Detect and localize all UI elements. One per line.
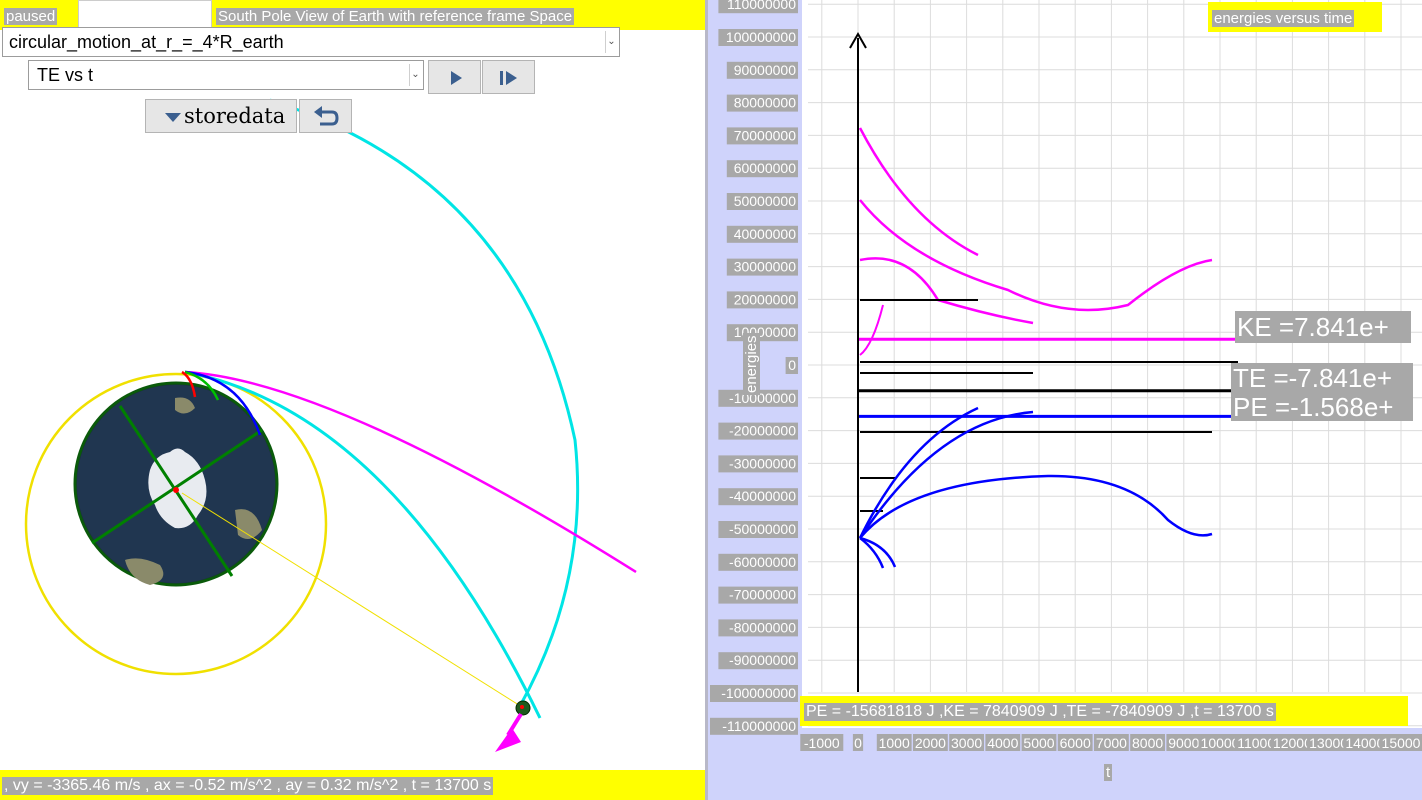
x-tick-label: 7000 <box>1096 735 1127 751</box>
undo-button[interactable] <box>299 99 352 133</box>
graph-trails <box>858 127 1238 569</box>
te-value-label: TE =-7.841e+ <box>1231 363 1413 393</box>
y-tick-label: 30000000 <box>734 259 797 275</box>
play-button[interactable] <box>428 60 481 94</box>
y-tick-label: 100000000 <box>726 29 796 45</box>
graph-title: energies versus time <box>1212 10 1355 27</box>
y-tick-label: -90000000 <box>729 652 796 668</box>
simulation-panel: paused South Pole View of Earth with ref… <box>0 0 705 800</box>
graph-readout: PE = -15681818 J ,KE = 7840909 J ,TE = -… <box>804 703 1276 721</box>
scenario-dropdown-value: circular_motion_at_r_=_4*R_earth <box>9 32 284 52</box>
x-tick-label: 14000 <box>1345 735 1384 751</box>
x-tick-label: 13000 <box>1309 735 1348 751</box>
x-tick-label: 6000 <box>1060 735 1091 751</box>
y-tick-label: 70000000 <box>734 127 797 143</box>
step-forward-button[interactable] <box>482 60 535 94</box>
y-tick-label: 50000000 <box>734 193 797 209</box>
satellite-center <box>520 705 524 709</box>
earth-center-marker <box>173 487 179 493</box>
y-tick-label: 40000000 <box>734 226 797 242</box>
x-tick-label: 9000 <box>1168 735 1199 751</box>
y-tick-label: 0 <box>788 357 796 373</box>
x-tick-label: 8000 <box>1132 735 1163 751</box>
storedata-button[interactable]: storedata <box>145 99 297 133</box>
triangle-down-icon <box>165 113 181 122</box>
y-tick-label: 60000000 <box>734 160 797 176</box>
x-tick-label: 2000 <box>915 735 946 751</box>
x-axis-label: t <box>1104 764 1113 781</box>
y-axis-label-box: energies <box>743 333 761 395</box>
y-tick-label: -40000000 <box>729 488 796 504</box>
x-tick-label: 15000 <box>1382 735 1421 751</box>
blank-field[interactable] <box>78 0 212 30</box>
y-tick-label: 110000000 <box>727 0 796 12</box>
y-tick-label: -10000000 <box>729 390 796 406</box>
chevron-down-icon: ⌄ <box>605 31 617 53</box>
x-tick-label: -1000 <box>804 735 840 751</box>
x-tick-label: 1000 <box>879 735 910 751</box>
view-title-box: South Pole View of Earth with reference … <box>212 0 705 30</box>
x-tick-label: 11000 <box>1237 735 1275 751</box>
bottom-readout-box: , vy = -3365.46 m/s , ax = -0.52 m/s^2 ,… <box>0 770 705 800</box>
ke-trail-1 <box>858 127 979 257</box>
y-tick-label: -100000000 <box>721 685 796 701</box>
step-forward-icon <box>500 71 517 85</box>
y-tick-label: 80000000 <box>734 95 797 111</box>
y-axis-label: energies <box>743 333 760 395</box>
graph-dropdown[interactable]: TE vs t ⌄ <box>28 60 424 90</box>
graph-dropdown-value: TE vs t <box>37 65 94 85</box>
radius-line <box>181 492 523 708</box>
app-root: paused South Pole View of Earth with ref… <box>0 0 1422 800</box>
play-icon <box>451 71 462 85</box>
x-tick-labels: -1000 0 1000 2000 3000 4000 5000 6000 7000 8000 90… <box>800 734 1422 751</box>
y-tick-label: -30000000 <box>729 455 796 471</box>
y-tick-label: 90000000 <box>734 62 797 78</box>
pe-trail-1 <box>858 406 979 539</box>
x-tick-label: 5000 <box>1023 735 1054 751</box>
chevron-down-icon: ⌄ <box>409 64 421 86</box>
storedata-label: storedata <box>184 104 286 128</box>
view-title: South Pole View of Earth with reference … <box>216 8 575 25</box>
status-label-box: paused <box>0 0 78 30</box>
ke-trail-4 <box>859 304 884 356</box>
x-tick-label: 4000 <box>987 735 1018 751</box>
x-tick-label: 3000 <box>951 735 982 751</box>
y-tick-label: 20000000 <box>734 291 797 307</box>
x-tick-label: 12000 <box>1273 735 1312 751</box>
energy-series <box>858 337 1238 418</box>
pe-value-label: PE =-1.568e+ <box>1231 393 1413 421</box>
y-tick-label: -110000000 <box>722 718 796 734</box>
graph-title-box: energies versus time <box>1208 2 1382 32</box>
y-tick-label: -60000000 <box>729 554 796 570</box>
ke-value-label: KE =7.841e+ <box>1235 311 1411 343</box>
y-tick-label: -50000000 <box>729 521 796 537</box>
graph-readout-box: PE = -15681818 J ,KE = 7840909 J ,TE = -… <box>800 696 1408 726</box>
bottom-readout: , vy = -3365.46 m/s , ax = -0.52 m/s^2 ,… <box>2 777 494 795</box>
x-tick-label: 10000 <box>1201 735 1240 751</box>
y-tick-label: -80000000 <box>729 619 796 635</box>
ke-trail-2 <box>859 199 1213 312</box>
y-tick-label: -20000000 <box>729 423 796 439</box>
x-tick-label: 0 <box>854 735 862 751</box>
status-label: paused <box>4 8 58 25</box>
y-tick-label: -70000000 <box>729 587 796 603</box>
undo-icon <box>314 106 339 126</box>
scenario-dropdown[interactable]: circular_motion_at_r_=_4*R_earth ⌄ <box>2 27 620 57</box>
